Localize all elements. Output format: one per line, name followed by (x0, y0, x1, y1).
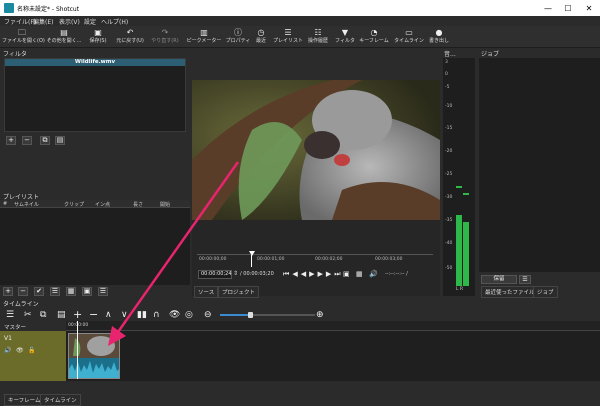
annotation-arrow (108, 161, 240, 346)
arrow-line (116, 161, 240, 333)
arrow-head (108, 326, 126, 346)
